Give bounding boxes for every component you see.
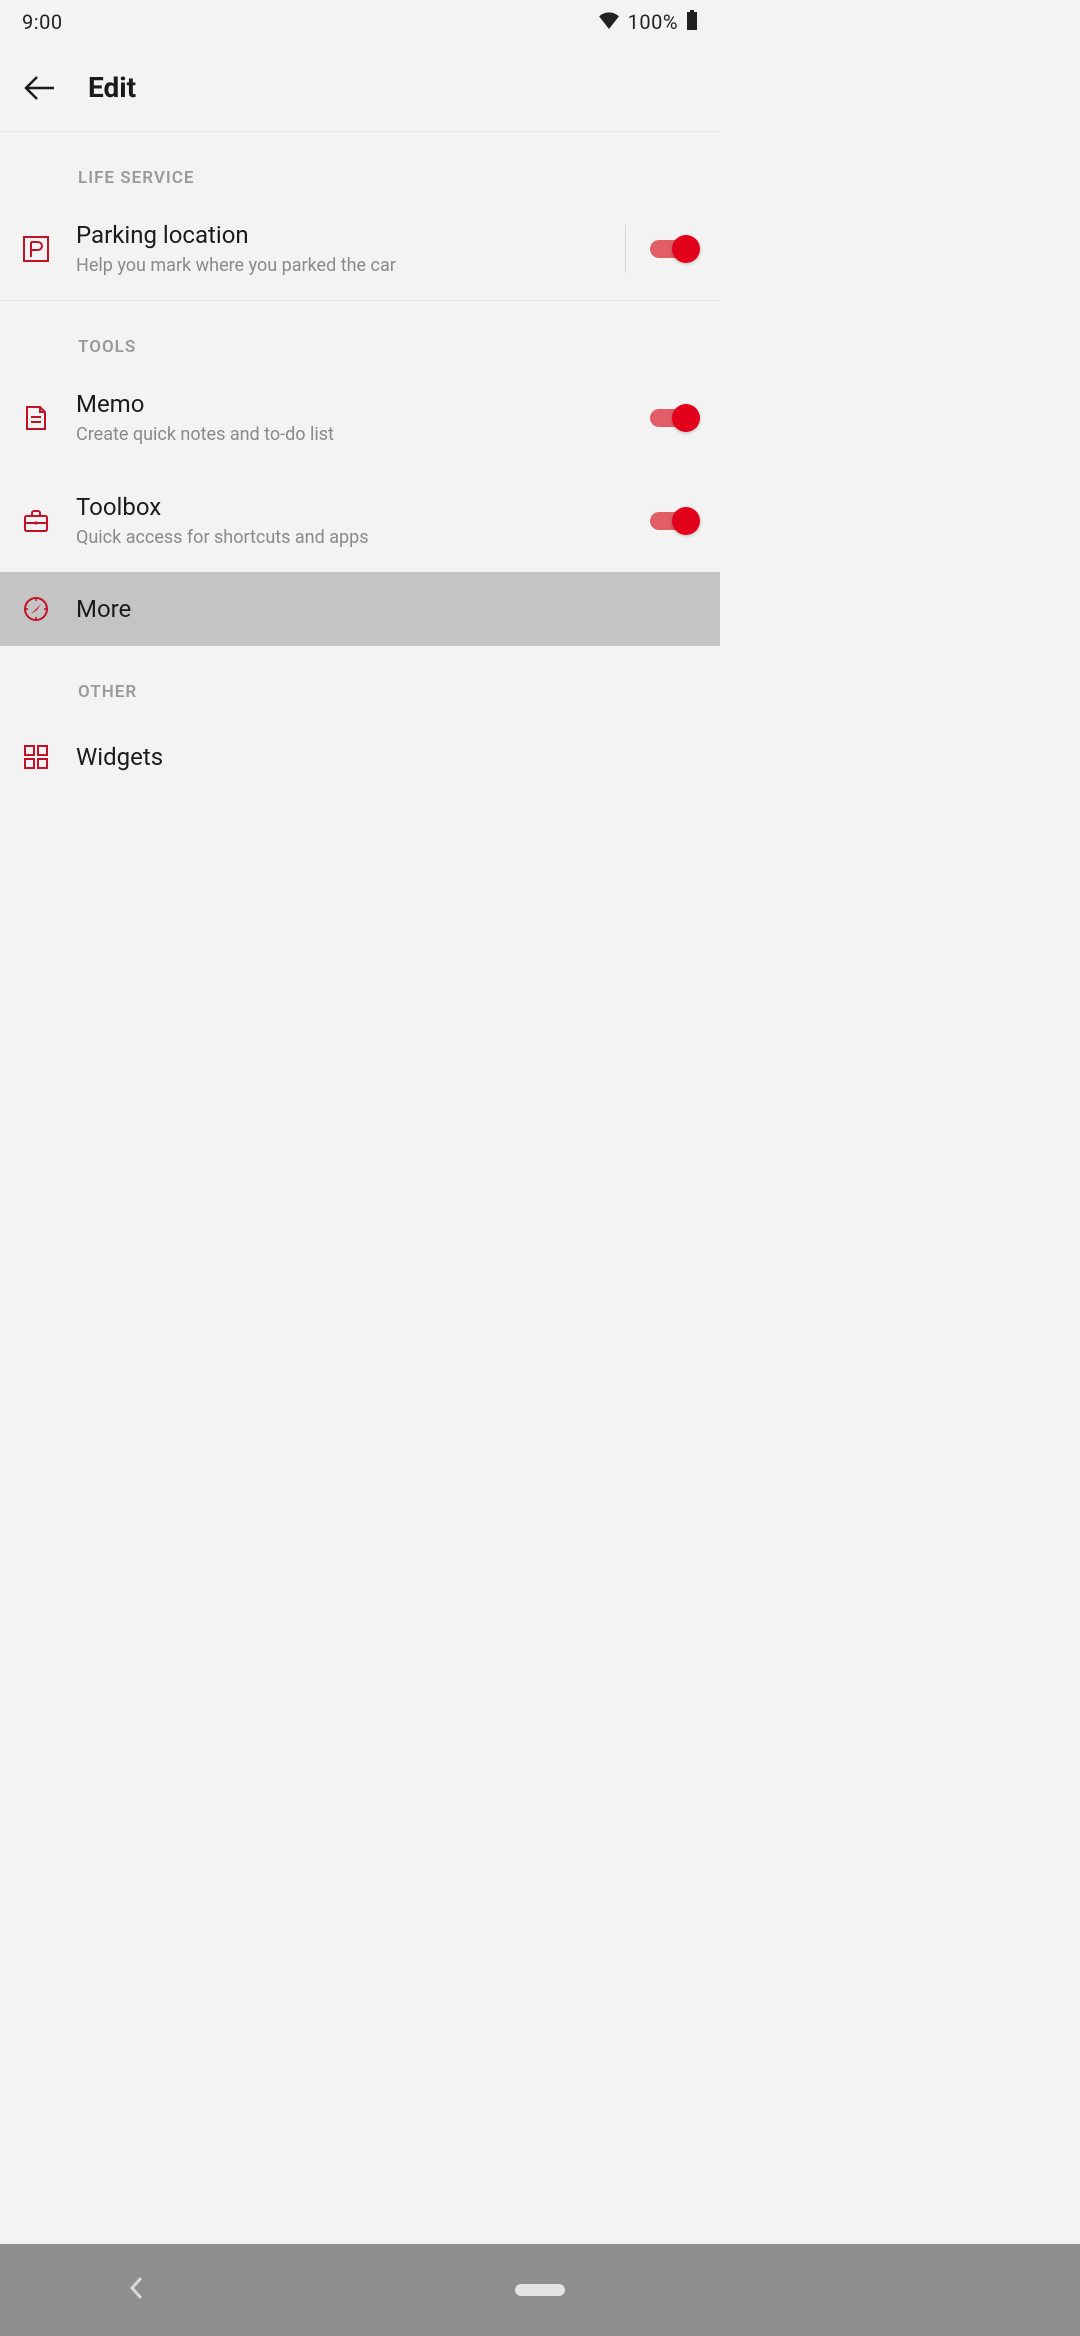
toggle-parking[interactable] — [650, 235, 700, 263]
row-toolbox[interactable]: Toolbox Quick access for shortcuts and a… — [0, 470, 720, 572]
nav-back-button[interactable] — [128, 2275, 144, 2305]
section-header-other: OTHER — [0, 682, 720, 712]
status-bar: 9:00 100% — [0, 0, 720, 44]
back-button[interactable] — [22, 70, 58, 106]
widgets-icon — [22, 743, 76, 771]
system-navbar — [0, 2244, 1080, 2336]
chevron-left-icon — [128, 2275, 144, 2301]
memo-icon — [22, 404, 76, 432]
row-title: More — [76, 594, 700, 624]
toggle-memo[interactable] — [650, 404, 700, 432]
row-body: More — [76, 594, 700, 624]
status-time: 9:00 — [22, 10, 63, 34]
row-body: Parking location Help you mark where you… — [76, 220, 607, 278]
row-title: Parking location — [76, 220, 607, 250]
row-memo[interactable]: Memo Create quick notes and to-do list — [0, 367, 720, 469]
wifi-icon — [598, 10, 620, 34]
arrow-left-icon — [23, 74, 57, 102]
toggle-toolbox[interactable] — [650, 507, 700, 535]
row-body: Widgets — [76, 742, 700, 772]
nav-home-pill[interactable] — [515, 2284, 565, 2296]
row-subtitle: Quick access for shortcuts and apps — [76, 526, 632, 550]
section-tools: TOOLS Memo Create quick notes and to-do … — [0, 301, 720, 646]
row-body: Toolbox Quick access for shortcuts and a… — [76, 492, 632, 550]
section-header-tools: TOOLS — [0, 337, 720, 367]
row-subtitle: Create quick notes and to-do list — [76, 423, 632, 447]
section-other: OTHER Widgets — [0, 646, 720, 802]
row-title: Memo — [76, 389, 632, 419]
parking-icon — [22, 235, 76, 263]
row-title: Toolbox — [76, 492, 632, 522]
section-life-service: LIFE SERVICE Parking location Help you m… — [0, 132, 720, 301]
row-subtitle: Help you mark where you parked the car — [76, 254, 607, 278]
toolbox-icon — [22, 507, 76, 535]
status-battery-text: 100% — [628, 10, 678, 34]
divider — [625, 225, 626, 273]
row-body: Memo Create quick notes and to-do list — [76, 389, 632, 447]
row-right — [607, 225, 700, 273]
row-parking-location[interactable]: Parking location Help you mark where you… — [0, 198, 720, 300]
compass-icon — [22, 595, 76, 623]
row-title: Widgets — [76, 742, 700, 772]
row-right — [632, 507, 700, 535]
status-right: 100% — [598, 10, 698, 35]
row-more[interactable]: More — [0, 572, 720, 646]
row-right — [632, 404, 700, 432]
row-widgets[interactable]: Widgets — [0, 712, 720, 802]
battery-icon — [686, 10, 698, 35]
header: Edit — [0, 44, 720, 132]
content: LIFE SERVICE Parking location Help you m… — [0, 132, 720, 802]
page-title: Edit — [88, 71, 136, 104]
section-header-life: LIFE SERVICE — [0, 168, 720, 198]
